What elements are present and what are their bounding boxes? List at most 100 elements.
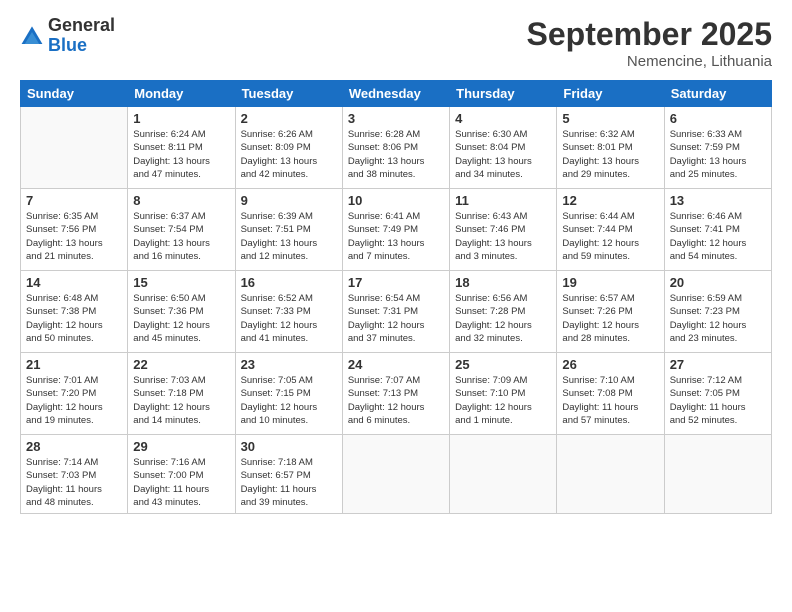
day-number: 13 <box>670 193 766 208</box>
day-number: 8 <box>133 193 229 208</box>
table-row: 18 Sunrise: 6:56 AM Sunset: 7:28 PM Dayli… <box>450 271 557 353</box>
table-row: 30 Sunrise: 7:18 AM Sunset: 6:57 PM Dayli… <box>235 435 342 514</box>
calendar-row: 14 Sunrise: 6:48 AM Sunset: 7:38 PM Dayli… <box>21 271 772 353</box>
day-info: Sunrise: 6:33 AM Sunset: 7:59 PM Dayligh… <box>670 128 766 181</box>
table-row <box>664 435 771 514</box>
calendar-row: 7Sunrise: 6:35 AM Sunset: 7:56 PM Daylig… <box>21 189 772 271</box>
day-number: 19 <box>562 275 658 290</box>
table-row: 23 Sunrise: 7:05 AM Sunset: 7:15 PM Dayli… <box>235 353 342 435</box>
month-title: September 2025 <box>527 16 772 53</box>
day-info: Sunrise: 6:37 AM Sunset: 7:54 PM Dayligh… <box>133 210 229 263</box>
day-info: Sunrise: 6:52 AM Sunset: 7:33 PM Dayligh… <box>241 292 337 345</box>
calendar: Sunday Monday Tuesday Wednesday Thursday… <box>20 80 772 514</box>
table-row: 12 Sunrise: 6:44 AM Sunset: 7:44 PM Dayli… <box>557 189 664 271</box>
day-info: Sunrise: 6:32 AM Sunset: 8:01 PM Dayligh… <box>562 128 658 181</box>
day-number: 20 <box>670 275 766 290</box>
title-block: September 2025 Nemencine, Lithuania <box>527 16 772 70</box>
day-number: 22 <box>133 357 229 372</box>
table-row: 29Sunrise: 7:16 AM Sunset: 7:00 PM Dayli… <box>128 435 235 514</box>
day-number: 30 <box>241 439 337 454</box>
page: General Blue September 2025 Nemencine, L… <box>0 0 792 612</box>
table-row: 6 Sunrise: 6:33 AM Sunset: 7:59 PM Daylig… <box>664 107 771 189</box>
logo-icon <box>20 24 44 48</box>
day-info: Sunrise: 7:05 AM Sunset: 7:15 PM Dayligh… <box>241 374 337 427</box>
day-info: Sunrise: 6:43 AM Sunset: 7:46 PM Dayligh… <box>455 210 551 263</box>
day-number: 2 <box>241 111 337 126</box>
day-info: Sunrise: 7:12 AM Sunset: 7:05 PM Dayligh… <box>670 374 766 427</box>
subtitle: Nemencine, Lithuania <box>527 53 772 70</box>
day-number: 5 <box>562 111 658 126</box>
table-row: 19 Sunrise: 6:57 AM Sunset: 7:26 PM Dayli… <box>557 271 664 353</box>
day-number: 3 <box>348 111 444 126</box>
table-row: 24Sunrise: 7:07 AM Sunset: 7:13 PM Dayli… <box>342 353 449 435</box>
day-number: 18 <box>455 275 551 290</box>
day-info: Sunrise: 6:39 AM Sunset: 7:51 PM Dayligh… <box>241 210 337 263</box>
day-info: Sunrise: 6:50 AM Sunset: 7:36 PM Dayligh… <box>133 292 229 345</box>
day-number: 6 <box>670 111 766 126</box>
day-number: 29 <box>133 439 229 454</box>
col-wednesday: Wednesday <box>342 81 449 107</box>
table-row: 17Sunrise: 6:54 AM Sunset: 7:31 PM Dayli… <box>342 271 449 353</box>
day-number: 21 <box>26 357 122 372</box>
table-row: 25Sunrise: 7:09 AM Sunset: 7:10 PM Dayli… <box>450 353 557 435</box>
logo-general: General <box>48 15 115 35</box>
day-number: 11 <box>455 193 551 208</box>
table-row: 20 Sunrise: 6:59 AM Sunset: 7:23 PM Dayli… <box>664 271 771 353</box>
day-info: Sunrise: 6:46 AM Sunset: 7:41 PM Dayligh… <box>670 210 766 263</box>
calendar-row: 28Sunrise: 7:14 AM Sunset: 7:03 PM Dayli… <box>21 435 772 514</box>
day-info: Sunrise: 7:03 AM Sunset: 7:18 PM Dayligh… <box>133 374 229 427</box>
col-thursday: Thursday <box>450 81 557 107</box>
day-info: Sunrise: 7:10 AM Sunset: 7:08 PM Dayligh… <box>562 374 658 427</box>
table-row: 5 Sunrise: 6:32 AM Sunset: 8:01 PM Daylig… <box>557 107 664 189</box>
day-info: Sunrise: 6:26 AM Sunset: 8:09 PM Dayligh… <box>241 128 337 181</box>
day-info: Sunrise: 6:30 AM Sunset: 8:04 PM Dayligh… <box>455 128 551 181</box>
logo-blue: Blue <box>48 35 87 55</box>
day-info: Sunrise: 6:28 AM Sunset: 8:06 PM Dayligh… <box>348 128 444 181</box>
day-info: Sunrise: 7:07 AM Sunset: 7:13 PM Dayligh… <box>348 374 444 427</box>
table-row <box>342 435 449 514</box>
day-number: 4 <box>455 111 551 126</box>
header: General Blue September 2025 Nemencine, L… <box>20 16 772 70</box>
logo: General Blue <box>20 16 115 56</box>
table-row: 14 Sunrise: 6:48 AM Sunset: 7:38 PM Dayli… <box>21 271 128 353</box>
col-sunday: Sunday <box>21 81 128 107</box>
day-info: Sunrise: 6:57 AM Sunset: 7:26 PM Dayligh… <box>562 292 658 345</box>
day-info: Sunrise: 6:56 AM Sunset: 7:28 PM Dayligh… <box>455 292 551 345</box>
table-row: 28Sunrise: 7:14 AM Sunset: 7:03 PM Dayli… <box>21 435 128 514</box>
table-row: 16 Sunrise: 6:52 AM Sunset: 7:33 PM Dayli… <box>235 271 342 353</box>
day-number: 15 <box>133 275 229 290</box>
col-tuesday: Tuesday <box>235 81 342 107</box>
table-row: 13 Sunrise: 6:46 AM Sunset: 7:41 PM Dayli… <box>664 189 771 271</box>
day-number: 1 <box>133 111 229 126</box>
day-number: 10 <box>348 193 444 208</box>
day-info: Sunrise: 7:18 AM Sunset: 6:57 PM Dayligh… <box>241 456 337 509</box>
day-info: Sunrise: 6:48 AM Sunset: 7:38 PM Dayligh… <box>26 292 122 345</box>
day-number: 12 <box>562 193 658 208</box>
table-row: 8 Sunrise: 6:37 AM Sunset: 7:54 PM Daylig… <box>128 189 235 271</box>
day-number: 27 <box>670 357 766 372</box>
col-friday: Friday <box>557 81 664 107</box>
table-row: 11 Sunrise: 6:43 AM Sunset: 7:46 PM Dayli… <box>450 189 557 271</box>
calendar-header-row: Sunday Monday Tuesday Wednesday Thursday… <box>21 81 772 107</box>
table-row: 4 Sunrise: 6:30 AM Sunset: 8:04 PM Daylig… <box>450 107 557 189</box>
table-row: 1 Sunrise: 6:24 AM Sunset: 8:11 PM Daylig… <box>128 107 235 189</box>
table-row: 9Sunrise: 6:39 AM Sunset: 7:51 PM Daylig… <box>235 189 342 271</box>
table-row: 15 Sunrise: 6:50 AM Sunset: 7:36 PM Dayli… <box>128 271 235 353</box>
calendar-row: 1 Sunrise: 6:24 AM Sunset: 8:11 PM Daylig… <box>21 107 772 189</box>
table-row: 10 Sunrise: 6:41 AM Sunset: 7:49 PM Dayli… <box>342 189 449 271</box>
day-info: Sunrise: 6:44 AM Sunset: 7:44 PM Dayligh… <box>562 210 658 263</box>
day-info: Sunrise: 6:41 AM Sunset: 7:49 PM Dayligh… <box>348 210 444 263</box>
table-row: 21 Sunrise: 7:01 AM Sunset: 7:20 PM Dayli… <box>21 353 128 435</box>
table-row: 22 Sunrise: 7:03 AM Sunset: 7:18 PM Dayli… <box>128 353 235 435</box>
col-monday: Monday <box>128 81 235 107</box>
day-number: 16 <box>241 275 337 290</box>
table-row: 2 Sunrise: 6:26 AM Sunset: 8:09 PM Daylig… <box>235 107 342 189</box>
day-info: Sunrise: 7:14 AM Sunset: 7:03 PM Dayligh… <box>26 456 122 509</box>
day-number: 14 <box>26 275 122 290</box>
col-saturday: Saturday <box>664 81 771 107</box>
day-info: Sunrise: 6:24 AM Sunset: 8:11 PM Dayligh… <box>133 128 229 181</box>
day-info: Sunrise: 7:01 AM Sunset: 7:20 PM Dayligh… <box>26 374 122 427</box>
day-info: Sunrise: 6:59 AM Sunset: 7:23 PM Dayligh… <box>670 292 766 345</box>
table-row: 3 Sunrise: 6:28 AM Sunset: 8:06 PM Daylig… <box>342 107 449 189</box>
day-number: 23 <box>241 357 337 372</box>
